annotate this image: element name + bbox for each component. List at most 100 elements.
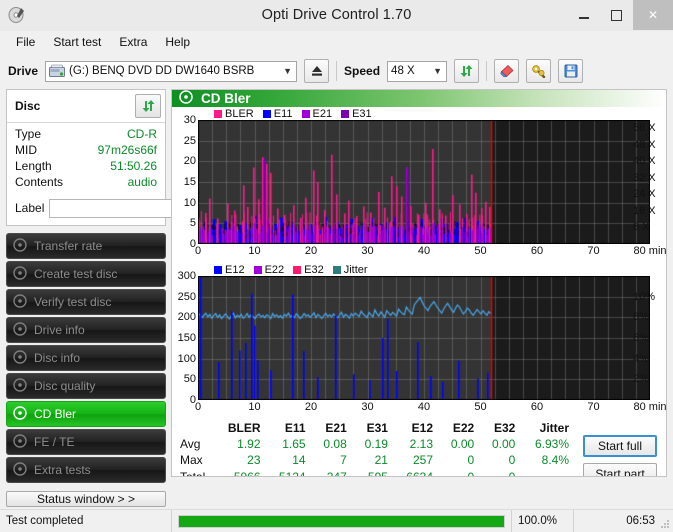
sidebar-item-fe-te[interactable]: FE / TE	[6, 429, 166, 455]
sidebar-item-verify-test-disc[interactable]: Verify test disc	[6, 289, 166, 315]
disc-bler-icon	[13, 406, 27, 423]
save-button[interactable]	[558, 59, 583, 83]
drive-select[interactable]: (G:) BENQ DVD DD DW1640 BSRB ▼	[45, 61, 297, 82]
sidebar-label: Verify test disc	[34, 295, 111, 309]
sidebar-item-create-test-disc[interactable]: Create test disc	[6, 261, 166, 287]
axis-tick-right: 10%	[633, 291, 655, 303]
axis-tick-left: 50	[184, 373, 196, 385]
legend-label-e31: E31	[352, 108, 372, 120]
row-label-max: Max	[178, 452, 215, 468]
col-header-e31: E31	[353, 421, 394, 436]
axis-tick-x: 20	[305, 245, 317, 257]
axis-tick-x: 40	[418, 401, 430, 413]
disc-panel-title: Disc	[15, 99, 40, 113]
legend-item-e21: E21	[302, 108, 333, 120]
tools-button[interactable]	[526, 59, 551, 83]
axis-tick-x: 10	[248, 401, 260, 413]
axis-tick-right: 56 X	[633, 122, 656, 134]
cell-avg-e22: 0.00	[439, 436, 480, 452]
cell-total-e22: 0	[439, 469, 480, 477]
close-icon[interactable]: ✕	[633, 0, 673, 30]
refresh-button[interactable]	[454, 59, 479, 83]
window-controls: ✕	[567, 0, 673, 30]
opti-drive-control-window: Opti Drive Control 1.70 ✕ File Start tes…	[0, 0, 673, 532]
menu-bar: File Start test Extra Help	[0, 31, 673, 53]
legend-item-e12: E12	[214, 264, 245, 276]
top-chart-legend: BLER E11 E21 E31	[172, 107, 666, 120]
top-plot-area	[198, 120, 630, 244]
cell-total-e21: 247	[312, 469, 353, 477]
sidebar-label: Disc quality	[34, 379, 95, 393]
disc-icon	[13, 238, 27, 255]
cell-avg-bler: 1.92	[215, 436, 267, 452]
cell-avg-e31: 0.19	[353, 436, 394, 452]
drive-label: Drive	[8, 64, 38, 78]
sidebar-label: FE / TE	[34, 435, 74, 449]
cell-total-e31: 595	[353, 469, 394, 477]
sidebar-label: Create test disc	[34, 267, 117, 281]
legend-swatch-e32	[293, 266, 301, 274]
sidebar-label: Disc info	[34, 351, 80, 365]
axis-tick-right: 6%	[633, 332, 649, 344]
toolbar-divider	[486, 61, 487, 81]
start-full-button[interactable]: Start full	[583, 435, 657, 457]
disc-quality-icon	[13, 378, 27, 395]
cell-avg-e32: 0.00	[480, 436, 521, 452]
sidebar-item-drive-info[interactable]: Drive info	[6, 317, 166, 343]
disc-info-panel: Disc Type CD-R MID 97m26s66f Length 51:5…	[6, 89, 166, 226]
legend-label-e22: E22	[265, 264, 285, 276]
elapsed-time: 06:53	[573, 510, 673, 532]
chevron-down-icon[interactable]: ▼	[429, 62, 446, 81]
axis-tick-right: 48 X	[633, 139, 656, 151]
cell-avg-e11: 1.65	[267, 436, 312, 452]
legend-item-e31: E31	[341, 108, 372, 120]
legend-swatch-e21	[302, 110, 310, 118]
menu-item-extra[interactable]: Extra	[111, 33, 155, 51]
axis-tick-x: 70	[587, 401, 599, 413]
legend-item-e11: E11	[263, 108, 293, 120]
axis-tick-left: 20	[184, 155, 196, 167]
status-window-button[interactable]: Status window > >	[6, 491, 166, 507]
cell-avg-e12: 2.13	[394, 436, 439, 452]
sidebar-item-cd-bler[interactable]: CD Bler	[6, 401, 166, 427]
axis-tick-x: 0	[195, 401, 201, 413]
axis-tick-right: 4%	[633, 353, 649, 365]
axis-tick-x: 40	[418, 245, 430, 257]
disc-refresh-button[interactable]	[135, 94, 161, 118]
action-buttons: Start full Start part	[583, 421, 660, 477]
resize-grip[interactable]	[660, 519, 670, 529]
menu-item-file[interactable]: File	[8, 33, 43, 51]
minimize-icon[interactable]	[567, 0, 600, 30]
chevron-down-icon[interactable]: ▼	[279, 62, 296, 81]
cell-total-bler: 5966	[215, 469, 267, 477]
maximize-icon[interactable]	[600, 0, 633, 30]
axis-tick-x: 80 min	[633, 401, 666, 413]
left-panel: Disc Type CD-R MID 97m26s66f Length 51:5…	[6, 89, 166, 477]
disc-key-length: Length	[15, 158, 52, 174]
erase-button[interactable]	[494, 59, 519, 83]
start-part-button[interactable]: Start part	[583, 463, 657, 477]
axis-tick-left: 15	[184, 176, 196, 188]
sidebar-item-disc-quality[interactable]: Disc quality	[6, 373, 166, 399]
toolbar-divider	[336, 61, 337, 81]
main-content: Disc Type CD-R MID 97m26s66f Length 51:5…	[0, 89, 673, 477]
axis-tick-right: 8%	[633, 311, 649, 323]
bottom-axis-right: 2% 4% 6% 8% 10%	[630, 276, 666, 400]
speed-select[interactable]: 48 X ▼	[387, 61, 447, 82]
disc-label-row: Label	[7, 194, 165, 225]
axis-tick-x: 50	[474, 401, 486, 413]
sidebar-item-transfer-rate[interactable]: Transfer rate	[6, 233, 166, 259]
eject-button[interactable]	[304, 59, 329, 83]
disc-value-mid: 97m26s66f	[98, 142, 157, 158]
top-chart: BLER E11 E21 E31 0 5 10 15 20 25 30 8 X …	[172, 107, 666, 259]
axis-tick-x: 0	[195, 245, 201, 257]
col-header-jitter: Jitter	[521, 421, 575, 436]
axis-tick-x: 70	[587, 245, 599, 257]
sidebar-item-disc-info[interactable]: Disc info	[6, 345, 166, 371]
axis-tick-left: 25	[184, 135, 196, 147]
top-axis-x: 0 10 20 30 40 50 60 70 80 min	[198, 244, 630, 259]
disc-row-contents: Contents audio	[15, 174, 157, 190]
sidebar-item-extra-tests[interactable]: Extra tests	[6, 457, 166, 483]
menu-item-start-test[interactable]: Start test	[45, 33, 109, 51]
menu-item-help[interactable]: Help	[157, 33, 198, 51]
